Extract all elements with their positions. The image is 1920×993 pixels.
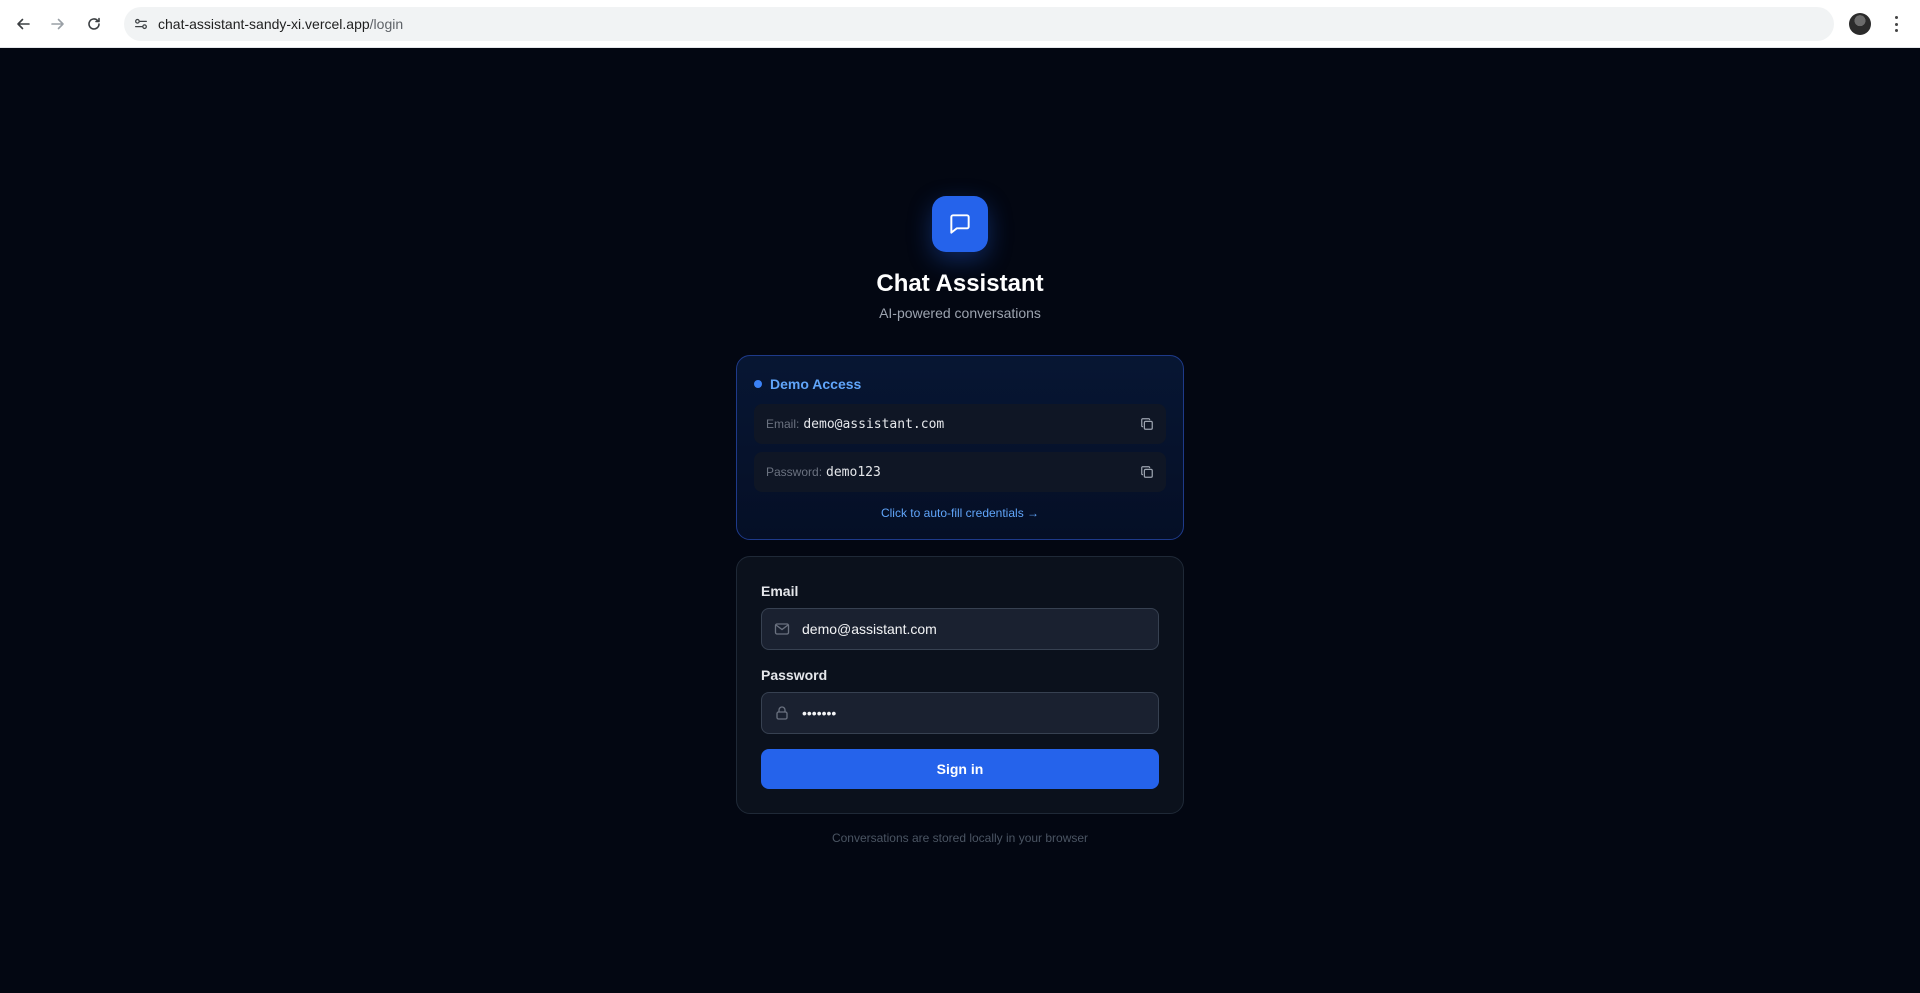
address-bar[interactable]: chat-assistant-sandy-xi.vercel.app/login <box>124 7 1834 41</box>
page-title: Chat Assistant <box>876 270 1044 297</box>
avatar[interactable] <box>1849 13 1871 35</box>
site-settings-icon[interactable] <box>132 15 150 33</box>
password-label: Password <box>761 667 828 683</box>
status-dot <box>754 380 762 388</box>
app-logo <box>932 196 988 252</box>
kebab-menu-icon[interactable] <box>1888 14 1904 34</box>
demo-password-label: Password: <box>766 465 823 479</box>
demo-email-label: Email: <box>766 417 800 431</box>
demo-access-card: Demo Access Email: demo@assistant.com Pa… <box>736 355 1184 540</box>
back-arrow-icon[interactable] <box>11 12 35 36</box>
email-field-wrapper <box>761 608 1159 650</box>
autofill-credentials-link[interactable]: Click to auto-fill credentials → <box>737 506 1183 520</box>
demo-email-row: Email: demo@assistant.com <box>754 404 1166 444</box>
email-field[interactable] <box>802 609 1152 649</box>
url-path: /login <box>369 16 404 32</box>
storage-note: Conversations are stored locally in your… <box>831 831 1089 845</box>
demo-password-row: Password: demo123 <box>754 452 1166 492</box>
demo-access-header: Demo Access <box>754 376 861 392</box>
lock-icon <box>774 705 790 721</box>
login-form: Email Password Sign in <box>736 556 1184 814</box>
demo-password-value: demo123 <box>826 464 881 480</box>
url-host: chat-assistant-sandy-xi.vercel.app <box>158 16 370 32</box>
password-field-wrapper <box>761 692 1159 734</box>
email-label: Email <box>761 583 799 599</box>
mail-icon <box>774 621 790 637</box>
sign-in-button[interactable]: Sign in <box>761 749 1159 789</box>
copy-icon[interactable] <box>1138 463 1156 481</box>
reload-icon[interactable] <box>82 12 106 36</box>
copy-icon[interactable] <box>1138 415 1156 433</box>
page-subtitle: AI-powered conversations <box>879 305 1041 321</box>
demo-access-title: Demo Access <box>770 376 862 392</box>
url-text[interactable]: chat-assistant-sandy-xi.vercel.app/login <box>158 15 403 33</box>
forward-arrow-icon[interactable] <box>46 12 70 36</box>
password-field[interactable] <box>802 693 1152 733</box>
chat-bubble-icon <box>950 214 970 234</box>
browser-toolbar: chat-assistant-sandy-xi.vercel.app/login <box>0 0 1920 48</box>
demo-email-value: demo@assistant.com <box>803 416 945 432</box>
